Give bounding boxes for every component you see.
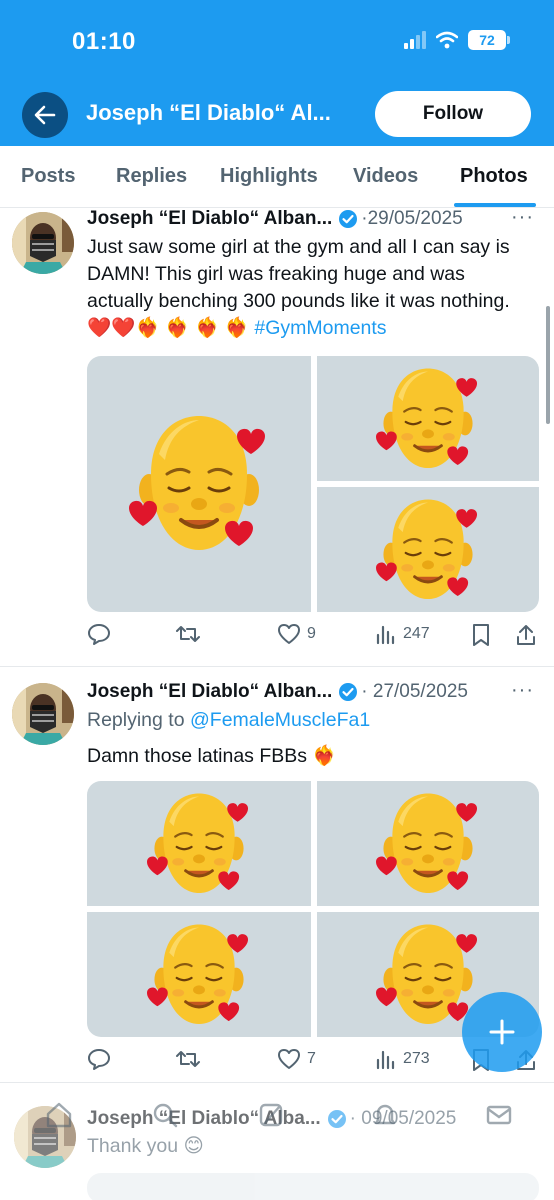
tab-highlights[interactable]: Highlights <box>220 165 318 188</box>
reply-icon <box>88 1049 110 1070</box>
more-icon[interactable]: ··· <box>511 679 534 702</box>
views-button[interactable]: 247 <box>375 623 430 645</box>
bookmark-button[interactable] <box>471 623 491 647</box>
tweet-media[interactable] <box>87 1173 539 1200</box>
memoji-image <box>376 784 480 904</box>
like-count: 9 <box>307 625 316 642</box>
like-count: 7 <box>307 1050 316 1067</box>
compose-button[interactable] <box>462 992 542 1072</box>
reply-icon <box>88 624 110 645</box>
compose-plus-icon <box>489 1019 515 1045</box>
replying-to: Replying to @FemaleMuscleFa1 <box>87 709 370 732</box>
messages-icon[interactable] <box>484 1100 514 1130</box>
bottom-navigation <box>0 1096 554 1140</box>
view-count: 273 <box>403 1050 430 1067</box>
media-image[interactable] <box>317 781 539 906</box>
profile-name: Joseph “El Diablo“ Al... <box>86 100 331 125</box>
search-icon[interactable] <box>150 1100 180 1130</box>
retweet-button[interactable] <box>175 1048 201 1070</box>
share-button[interactable] <box>515 623 537 647</box>
share-icon <box>517 625 535 645</box>
battery-indicator: 72 <box>468 30 510 50</box>
retweet-button[interactable] <box>175 623 201 645</box>
memoji-image <box>147 784 251 904</box>
status-icons: 72 <box>404 30 510 50</box>
author-name[interactable]: Joseph “El Diablo“ Alban... <box>87 208 332 230</box>
notifications-icon[interactable] <box>370 1100 400 1130</box>
media-image[interactable] <box>87 781 311 906</box>
bookmark-icon <box>473 624 489 646</box>
back-arrow-icon <box>34 105 56 125</box>
avatar[interactable] <box>12 212 74 274</box>
wifi-icon <box>436 31 458 49</box>
like-icon <box>278 624 300 644</box>
verified-icon <box>339 683 358 701</box>
tab-photos[interactable]: Photos <box>460 165 528 188</box>
retweet-icon <box>176 1051 200 1067</box>
author-name[interactable]: Joseph “El Diablo“ Alban... <box>87 681 332 703</box>
replying-prefix: Replying to <box>87 709 190 731</box>
scrollbar[interactable] <box>546 306 550 424</box>
retweet-icon <box>176 626 200 642</box>
view-count: 247 <box>403 625 430 642</box>
profile-tabs: Posts Replies Highlights Videos Photos <box>0 146 554 208</box>
hashtag-link[interactable]: #GymMoments <box>254 317 386 339</box>
follow-button[interactable]: Follow <box>375 91 531 137</box>
home-icon[interactable] <box>44 1100 74 1130</box>
views-icon <box>376 625 395 645</box>
views-icon <box>376 1050 395 1070</box>
media-image[interactable] <box>317 487 539 612</box>
signal-icon <box>404 31 426 49</box>
reply-button[interactable] <box>87 623 111 645</box>
memoji-image <box>147 915 251 1035</box>
memoji-image <box>129 404 269 564</box>
tweet[interactable]: Joseph “El Diablo“ Alban... ·29/05/2025 … <box>0 205 554 666</box>
tab-posts[interactable]: Posts <box>21 165 75 188</box>
tweet-media[interactable] <box>87 781 539 1037</box>
back-button[interactable] <box>22 92 68 138</box>
tab-videos[interactable]: Videos <box>353 165 418 188</box>
profile-header: 01:10 72 Joseph “El Diablo“ Al... Follow <box>0 0 554 146</box>
more-icon[interactable]: ··· <box>511 206 534 229</box>
like-icon <box>278 1049 300 1069</box>
media-image[interactable] <box>317 356 539 481</box>
status-time: 01:10 <box>72 28 136 55</box>
tweet-media[interactable] <box>87 356 539 612</box>
tweet-date: ·29/05/2025 <box>361 208 463 229</box>
media-image[interactable] <box>87 912 311 1037</box>
tweet-header: Joseph “El Diablo“ Alban... · 27/05/2025 <box>87 678 542 706</box>
media-image[interactable] <box>87 356 311 612</box>
tweet-header: Joseph “El Diablo“ Alban... ·29/05/2025 <box>87 205 542 233</box>
avatar[interactable] <box>12 683 74 745</box>
replying-handle[interactable]: @FemaleMuscleFa1 <box>190 709 370 731</box>
verified-icon <box>339 210 358 228</box>
tweet-text: Damn those latinas FBBs ❤️‍🔥 <box>87 745 337 767</box>
tweet-date: · 27/05/2025 <box>361 681 468 702</box>
tweet-text: Just saw some girl at the gym and all I … <box>87 234 527 342</box>
grok-icon[interactable] <box>256 1100 286 1130</box>
memoji-image <box>376 490 480 610</box>
like-button[interactable]: 9 <box>277 623 316 645</box>
memoji-image <box>376 359 480 479</box>
tab-replies[interactable]: Replies <box>116 165 187 188</box>
views-button[interactable]: 273 <box>375 1048 430 1070</box>
reply-button[interactable] <box>87 1048 111 1070</box>
like-button[interactable]: 7 <box>277 1048 316 1070</box>
tweet-actions: 9 247 <box>87 623 542 649</box>
